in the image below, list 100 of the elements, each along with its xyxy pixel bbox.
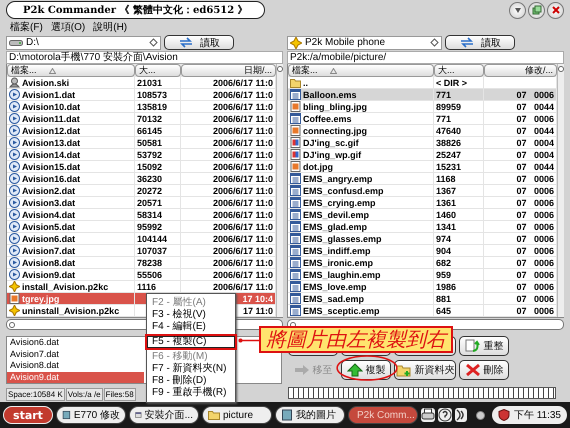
taskbar-button[interactable]: 我的圖片 xyxy=(275,406,345,424)
file-name: install_Avision.p2kc xyxy=(22,282,108,292)
file-attributes: 07 0006 xyxy=(516,210,554,220)
column-header[interactable]: 大... xyxy=(135,64,181,77)
file-name: Avision7.dat xyxy=(22,246,76,256)
file-row[interactable]: EMS_crying.emp 1361 07 0006 xyxy=(288,197,557,209)
queue-item[interactable]: Avision8.dat xyxy=(7,360,144,372)
path-field[interactable]: P2k:/a/mobile/picture/ xyxy=(287,51,564,64)
delete-button[interactable]: 刪除 xyxy=(459,360,509,380)
file-row[interactable]: DJ'ing_sc.gif 38826 07 0004 xyxy=(288,137,557,149)
menu-item[interactable]: F4 - 編輯(E) xyxy=(147,321,235,333)
column-header[interactable]: 檔案... xyxy=(7,64,135,77)
file-row[interactable]: dot.jpg 15231 07 0044 xyxy=(288,161,557,173)
star-icon xyxy=(9,281,20,292)
file-name: Avision.ski xyxy=(22,78,70,88)
vertical-scrollbar[interactable] xyxy=(276,64,283,317)
file-date: 2006/6/17 11:0 xyxy=(212,282,273,292)
file-name: EMS_ironic.emp xyxy=(303,258,374,268)
file-size: 15231 xyxy=(436,162,462,172)
file-row[interactable]: Avision14.dat 53792 2006/6/17 11:0 xyxy=(7,149,276,161)
refresh-button[interactable]: 重整 xyxy=(459,336,509,356)
close-button[interactable] xyxy=(547,2,564,18)
queue-item[interactable]: Avision7.dat xyxy=(7,348,144,360)
file-row[interactable]: EMS_love.emp 1986 07 0006 xyxy=(288,281,557,293)
menu-item[interactable]: F5 - 複製(C) xyxy=(147,336,235,348)
help-icon[interactable] xyxy=(438,408,452,422)
minimize-button[interactable] xyxy=(509,2,526,18)
file-size: 1341 xyxy=(436,222,456,232)
file-row[interactable]: Avision4.dat 58314 2006/6/17 11:0 xyxy=(7,209,276,221)
file-row[interactable]: Avision8.dat 78238 2006/6/17 11:0 xyxy=(7,257,276,269)
file-row[interactable]: EMS_laughin.emp 959 07 0006 xyxy=(288,269,557,281)
read-button[interactable]: 讀取 xyxy=(164,35,234,50)
file-row[interactable]: Balloon.ems 771 07 0006 xyxy=(288,89,557,101)
menu-item[interactable]: F8 - 刪除(D) xyxy=(147,375,235,387)
file-row[interactable]: EMS_glad.emp 1341 07 0006 xyxy=(288,221,557,233)
queue-item[interactable]: Avision9.dat xyxy=(7,372,144,383)
file-row[interactable]: Avision13.dat 50581 2006/6/17 11:0 xyxy=(7,137,276,149)
file-row[interactable]: EMS_devil.emp 1460 07 0006 xyxy=(288,209,557,221)
status-field: Files:58 xyxy=(104,388,136,401)
file-size: 959 xyxy=(436,270,452,280)
menu-item[interactable]: 檔案(F) xyxy=(10,20,43,34)
network-icon[interactable] xyxy=(455,408,467,422)
menu-item[interactable]: F9 - 重啟手機(R) xyxy=(147,387,235,399)
file-date: 2006/6/17 11:0 xyxy=(212,78,273,88)
menu-item[interactable]: 說明(H) xyxy=(93,20,128,34)
file-row[interactable]: EMS_sad.emp 881 07 0006 xyxy=(288,293,557,305)
file-name: EMS_sad.emp xyxy=(303,294,364,304)
file-row[interactable]: Avision9.dat 55506 2006/6/17 11:0 xyxy=(7,269,276,281)
file-row[interactable]: Coffee.ems 771 07 0006 xyxy=(288,113,557,125)
file-row[interactable]: Avision2.dat 20272 2006/6/17 11:0 xyxy=(7,185,276,197)
drive-dropdown[interactable]: P2k Mobile phone xyxy=(287,36,442,50)
path-field[interactable]: D:\motorola手機\770 安裝介面\Avision xyxy=(6,51,283,64)
taskbar-button[interactable]: E770 修改 xyxy=(56,406,126,424)
new-folder-button[interactable]: 新資料夾 xyxy=(394,360,456,380)
tray-dot-icon[interactable] xyxy=(476,410,485,420)
file-row[interactable]: Avision3.dat 20571 2006/6/17 11:0 xyxy=(7,197,276,209)
disc-icon xyxy=(9,161,20,172)
taskbar-button[interactable]: 安裝介面... xyxy=(129,406,199,424)
file-row[interactable]: DJ'ing_wp.gif 25247 07 0004 xyxy=(288,149,557,161)
file-row[interactable]: EMS_confusd.emp 1367 07 0006 xyxy=(288,185,557,197)
file-row[interactable]: Avision15.dat 15092 2006/6/17 11:0 xyxy=(7,161,276,173)
file-row[interactable]: bling_bling.jpg 89959 07 0044 xyxy=(288,101,557,113)
disc-icon xyxy=(9,257,20,268)
file-size: 50581 xyxy=(137,138,162,148)
file-row[interactable]: Avision10.dat 135819 2006/6/17 11:0 xyxy=(7,101,276,113)
file-date: 2006/6/17 11:0 xyxy=(212,234,273,244)
vertical-scrollbar[interactable] xyxy=(557,64,564,317)
file-row[interactable]: Avision16.dat 36230 2006/6/17 11:0 xyxy=(7,173,276,185)
restore-button[interactable] xyxy=(528,2,545,18)
column-header[interactable]: 大... xyxy=(434,64,484,77)
column-header[interactable]: 檔案... xyxy=(288,64,434,77)
printer-icon[interactable] xyxy=(421,408,435,422)
file-row[interactable]: Avision6.dat 104144 2006/6/17 11:0 xyxy=(7,233,276,245)
menu-item[interactable]: 選項(O) xyxy=(50,20,86,34)
file-row[interactable]: EMS_indiff.emp 904 07 0006 xyxy=(288,245,557,257)
file-row[interactable]: Avision12.dat 66145 2006/6/17 11:0 xyxy=(7,125,276,137)
file-row[interactable]: Avision.ski 21031 2006/6/17 11:0 xyxy=(7,77,276,89)
file-attributes: 07 0006 xyxy=(516,234,554,244)
file-row[interactable]: EMS_glasses.emp 974 07 0006 xyxy=(288,233,557,245)
file-row[interactable]: EMS_ironic.emp 682 07 0006 xyxy=(288,257,557,269)
column-header[interactable]: 日期/... xyxy=(181,64,276,77)
file-row[interactable]: EMS_angry.emp 1168 07 0006 xyxy=(288,173,557,185)
start-button[interactable]: start xyxy=(3,406,53,424)
column-header[interactable]: 修改/... xyxy=(484,64,557,77)
file-name: EMS_indiff.emp xyxy=(303,246,371,256)
drive-dropdown[interactable]: D:\ xyxy=(6,36,161,50)
taskbar-button[interactable]: picture xyxy=(202,406,272,424)
menu-item[interactable]: F7 - 新資料夾(N) xyxy=(147,363,235,375)
file-row[interactable]: Avision5.dat 95992 2006/6/17 11:0 xyxy=(7,221,276,233)
queue-item[interactable]: Avision6.dat xyxy=(7,337,144,348)
clock-time: 下午 11:35 xyxy=(514,409,561,422)
read-button[interactable]: 讀取 xyxy=(445,35,515,50)
file-size: 771 xyxy=(436,90,452,100)
file-row[interactable]: Avision1.dat 108573 2006/6/17 11:0 xyxy=(7,89,276,101)
file-row[interactable]: Avision7.dat 107037 2006/6/17 11:0 xyxy=(7,245,276,257)
file-row[interactable]: connecting.jpg 47640 07 0044 xyxy=(288,125,557,137)
file-row[interactable]: EMS_sceptic.emp 645 07 0006 xyxy=(288,305,557,317)
file-row[interactable]: Avision11.dat 70132 2006/6/17 11:0 xyxy=(7,113,276,125)
copy-button[interactable]: 複製 xyxy=(341,360,391,380)
disc-icon xyxy=(9,173,20,184)
